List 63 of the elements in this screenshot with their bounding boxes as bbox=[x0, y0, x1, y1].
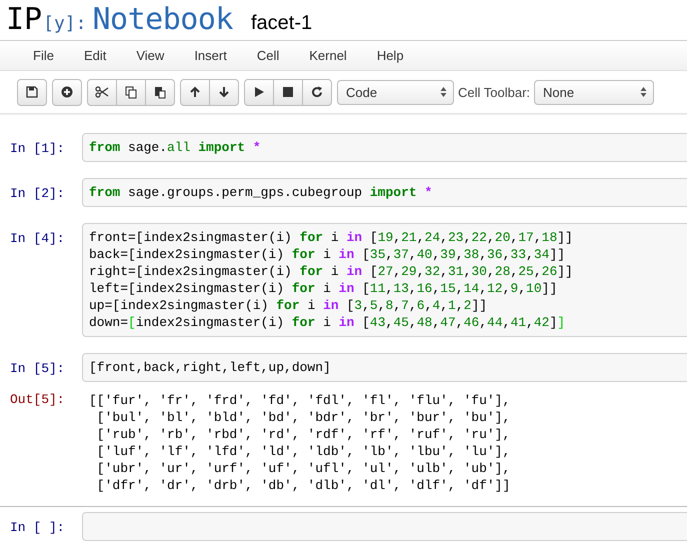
selected-cell[interactable]: In [ ]: bbox=[0, 506, 687, 543]
output-line: ['dfr', 'dr', 'drb', 'db', 'dlb', 'dl', 'dlf', 'df']] bbox=[96, 477, 510, 494]
code-line: right=[index2singmaster(i) for i in [27,29,32,31,30,28,25,26]] bbox=[89, 263, 574, 280]
copy-icon bbox=[125, 86, 137, 98]
refresh-icon bbox=[311, 86, 323, 98]
code-input[interactable]: from sage.all import * bbox=[82, 133, 687, 162]
output-line: ['rub', 'rb', 'rbd', 'rd', 'rdf', 'rf', 'ruf', 'ru'], bbox=[96, 426, 510, 443]
cut-button[interactable] bbox=[87, 78, 117, 106]
scissors-icon bbox=[95, 86, 109, 98]
move-down-button[interactable] bbox=[209, 78, 239, 106]
run-button[interactable] bbox=[244, 78, 274, 106]
stop-button[interactable] bbox=[273, 78, 303, 106]
input-prompt: In [2]: bbox=[9, 185, 66, 201]
code-line: left=[index2singmaster(i) for i in [11,13,16,15,14,12,9,10]] bbox=[89, 280, 558, 297]
code-line: from sage.all import * bbox=[89, 139, 262, 156]
logo-text: Notebook bbox=[92, 2, 233, 37]
code-input[interactable]: from sage.groups.perm_gps.cubegroup import * bbox=[82, 178, 687, 207]
plus-circle-icon bbox=[61, 86, 73, 98]
code-line: [front,back,right,left,up,down] bbox=[89, 359, 332, 376]
code-input[interactable] bbox=[82, 223, 687, 337]
paste-button[interactable] bbox=[145, 78, 175, 106]
menu-item[interactable]: Kernel bbox=[309, 48, 347, 63]
restart-button[interactable] bbox=[302, 78, 332, 106]
code-line: down=[index2singmaster(i) for i in [43,45,48,47,46,44,41,42]] bbox=[89, 314, 566, 331]
cell-type-select[interactable]: Code bbox=[337, 80, 454, 104]
notebook-name[interactable]: facet-1 bbox=[250, 12, 312, 35]
code-line: up=[index2singmaster(i) for i in [3,5,8,7,6,4,1,2]] bbox=[89, 297, 488, 314]
menu-item[interactable]: View bbox=[136, 48, 164, 63]
arrow-up-icon bbox=[189, 86, 201, 98]
output-prompt: Out[5]: bbox=[9, 392, 66, 407]
input-prompt: In [4]: bbox=[9, 230, 66, 246]
stop-icon bbox=[282, 86, 294, 98]
save-button[interactable] bbox=[17, 78, 47, 106]
paste-icon bbox=[154, 86, 166, 98]
menu-item[interactable]: Edit bbox=[84, 48, 106, 63]
output-line: ['bul', 'bl', 'bld', 'bd', 'bdr', 'br', 'bur', 'bu'], bbox=[96, 409, 510, 426]
output-line: [['fur', 'fr', 'frd', 'fd', 'fdl', 'fl', 'flu', 'fu'], bbox=[89, 392, 510, 409]
logo-text: [y]: bbox=[43, 13, 86, 34]
input-prompt: In [ ]: bbox=[9, 519, 66, 535]
output-line: ['luf', 'lf', 'lfd', 'ld', 'ldb', 'lb', 'lbu', 'lu'], bbox=[96, 443, 510, 460]
cell-toolbar-select[interactable]: None bbox=[534, 80, 654, 104]
code-line: back=[index2singmaster(i) for i in [35,37,40,39,38,36,33,34]] bbox=[89, 246, 566, 263]
updown-caret-icon bbox=[640, 86, 648, 98]
copy-button[interactable] bbox=[116, 78, 146, 106]
code-line: front=[index2singmaster(i) for i in [19,21,24,23,22,20,17,18]] bbox=[89, 229, 574, 246]
input-prompt: In [1]: bbox=[9, 140, 66, 156]
play-icon bbox=[253, 86, 265, 98]
code-input[interactable] bbox=[82, 512, 687, 541]
menu-item[interactable]: File bbox=[33, 48, 54, 63]
arrow-down-icon bbox=[218, 86, 230, 98]
cell-toolbar-label: Cell Toolbar: bbox=[458, 84, 530, 100]
logo-text: IP bbox=[6, 2, 42, 37]
menu-item[interactable]: Cell bbox=[256, 48, 280, 63]
move-up-button[interactable] bbox=[180, 78, 210, 106]
menu-item[interactable]: Help bbox=[376, 48, 404, 63]
menu-item[interactable]: Insert bbox=[194, 48, 227, 63]
code-line: from sage.groups.perm_gps.cubegroup import * bbox=[89, 184, 434, 201]
code-input[interactable]: [front,back,right,left,up,down] bbox=[82, 353, 687, 382]
insert-cell-button[interactable] bbox=[52, 78, 82, 106]
updown-caret-icon bbox=[440, 86, 447, 98]
save-icon bbox=[26, 86, 38, 98]
input-prompt: In [5]: bbox=[9, 360, 66, 376]
output-line: ['ubr', 'ur', 'urf', 'uf', 'ufl', 'ul', 'ulb', 'ub'], bbox=[96, 460, 510, 477]
